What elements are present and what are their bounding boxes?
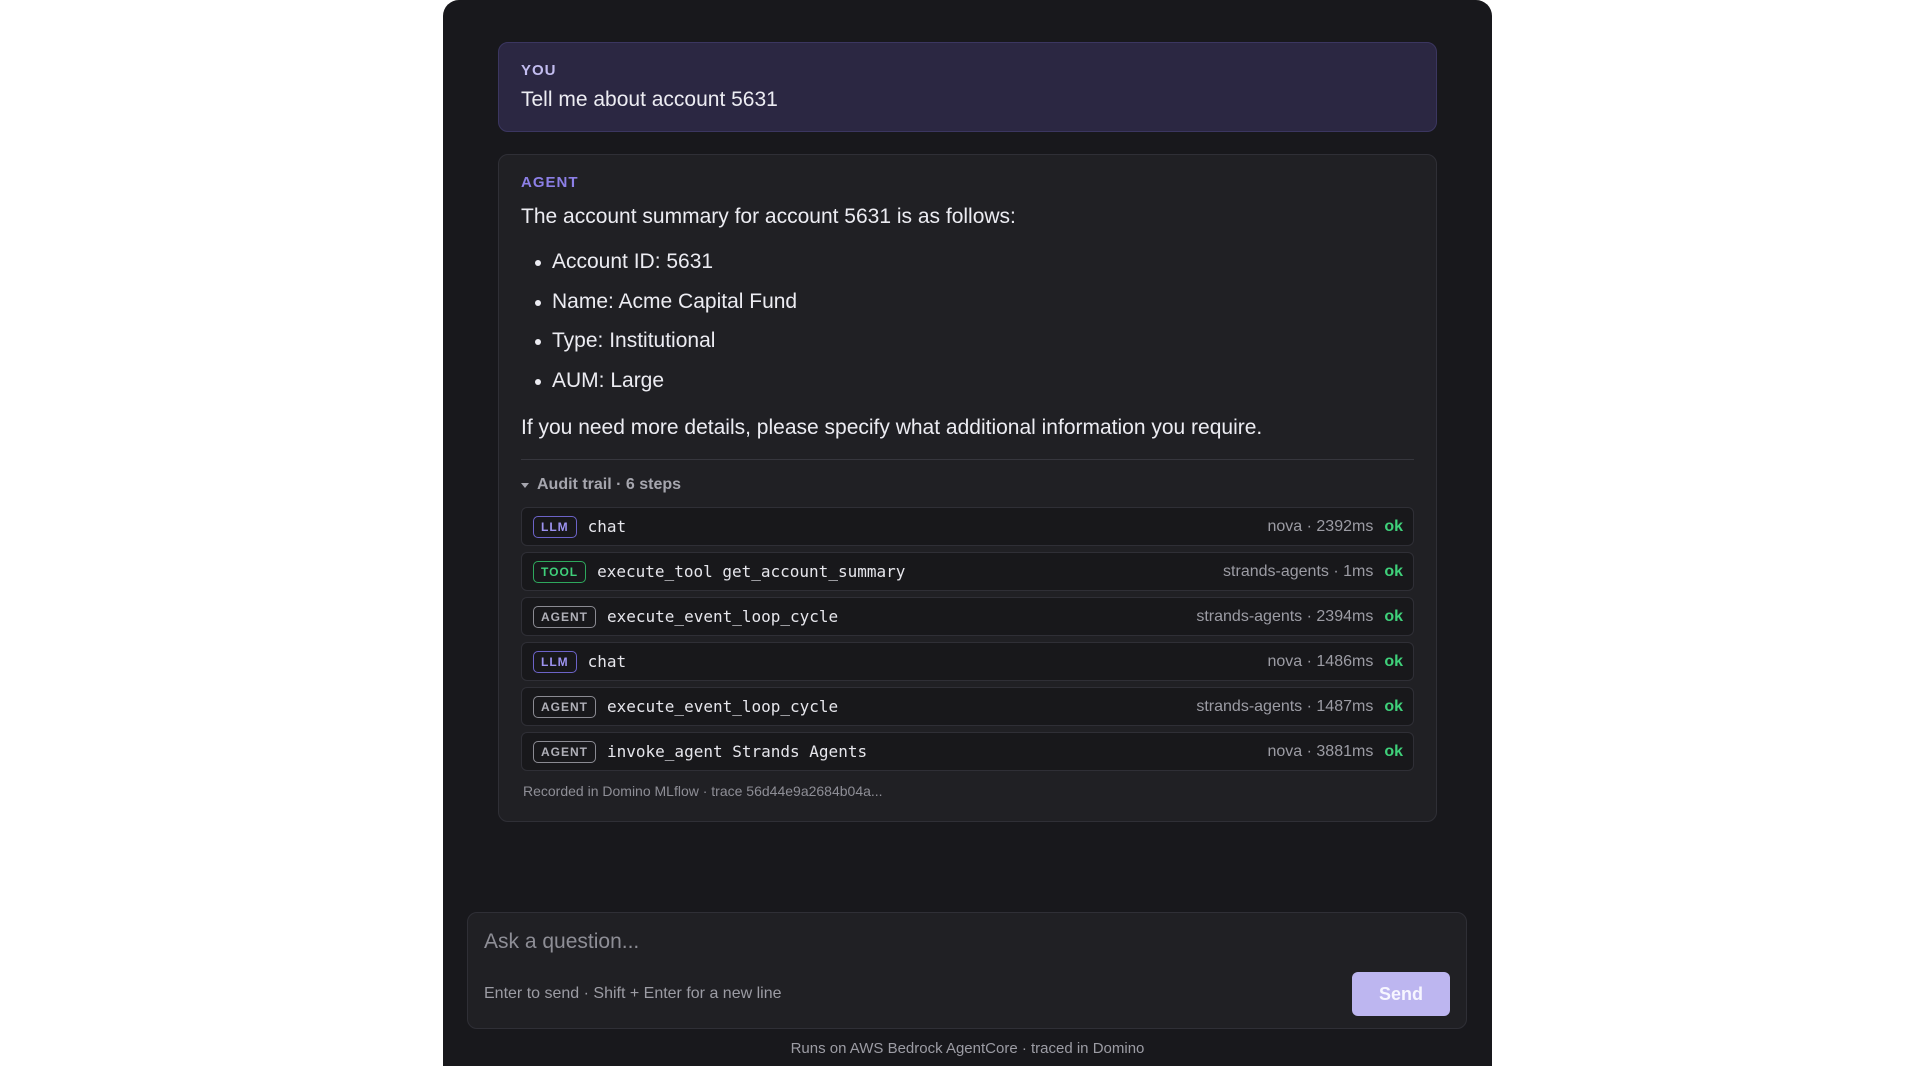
agent-outro-text: If you need more details, please specify… [521,416,1263,439]
step-type-badge: AGENT [533,695,596,718]
account-summary-list: Account ID: 5631 Name: Acme Capital Fund… [521,242,1414,400]
step-name: chat [587,652,627,671]
audit-step[interactable]: AGENT execute_event_loop_cycle strands-a… [521,687,1414,726]
user-message-text: Tell me about account 5631 [521,88,778,111]
send-button[interactable]: Send [1352,972,1450,1016]
step-type-badge: AGENT [533,605,596,628]
audit-step[interactable]: LLM chat nova · 1486ms ok [521,642,1414,681]
step-meta: strands-agents · 2394ms [1196,607,1374,625]
message-composer: Enter to send · Shift + Enter for a new … [467,912,1467,1029]
step-status: ok [1384,517,1403,535]
trace-recorded-note: Recorded in Domino MLflow · trace 56d44e… [523,783,883,799]
list-item: Name: Acme Capital Fund [521,282,1414,322]
composer-hint: Enter to send · Shift + Enter for a new … [484,985,782,1002]
audit-trail-toggle[interactable]: Audit trail · 6 steps [521,476,1414,494]
step-status: ok [1384,697,1403,715]
step-status: ok [1384,742,1403,760]
audit-steps: LLM chat nova · 2392ms ok TOOL execute_t… [521,507,1414,771]
step-name: chat [587,517,627,536]
audit-trail-title: Audit trail · 6 steps [537,476,682,493]
step-type-badge: AGENT [533,740,596,763]
step-status: ok [1384,562,1403,580]
step-status: ok [1384,607,1403,625]
caret-down-icon [521,482,529,488]
step-name: execute_event_loop_cycle [607,607,839,626]
step-type-badge: LLM [533,515,577,538]
audit-step[interactable]: AGENT execute_event_loop_cycle strands-a… [521,597,1414,636]
step-status: ok [1384,652,1403,670]
step-name: execute_tool get_account_summary [597,562,906,581]
list-item: Type: Institutional [521,321,1414,361]
footer-note: Runs on AWS Bedrock AgentCore · traced i… [790,1040,1145,1057]
audit-step[interactable]: AGENT invoke_agent Strands Agents nova ·… [521,732,1414,771]
list-item: Account ID: 5631 [521,242,1414,282]
step-meta: nova · 3881ms [1267,742,1374,760]
step-type-badge: TOOL [533,560,587,583]
list-item: AUM: Large [521,361,1414,401]
step-name: invoke_agent Strands Agents [607,742,868,761]
step-meta: nova · 1486ms [1267,652,1374,670]
step-meta: nova · 2392ms [1267,517,1374,535]
question-input[interactable] [484,927,1344,957]
user-message: YOU Tell me about account 5631 [498,42,1437,132]
audit-step[interactable]: LLM chat nova · 2392ms ok [521,507,1414,546]
divider [521,459,1414,460]
user-role-label: YOU [521,62,557,79]
step-type-badge: LLM [533,650,577,673]
agent-role-label: AGENT [521,174,579,191]
step-meta: strands-agents · 1ms [1223,562,1374,580]
agent-message: AGENT The account summary for account 56… [498,154,1437,822]
agent-intro-text: The account summary for account 5631 is … [521,205,1016,228]
chat-app: YOU Tell me about account 5631 AGENT The… [443,0,1492,1066]
step-name: execute_event_loop_cycle [607,697,839,716]
audit-step[interactable]: TOOL execute_tool get_account_summary st… [521,552,1414,591]
step-meta: strands-agents · 1487ms [1196,697,1374,715]
